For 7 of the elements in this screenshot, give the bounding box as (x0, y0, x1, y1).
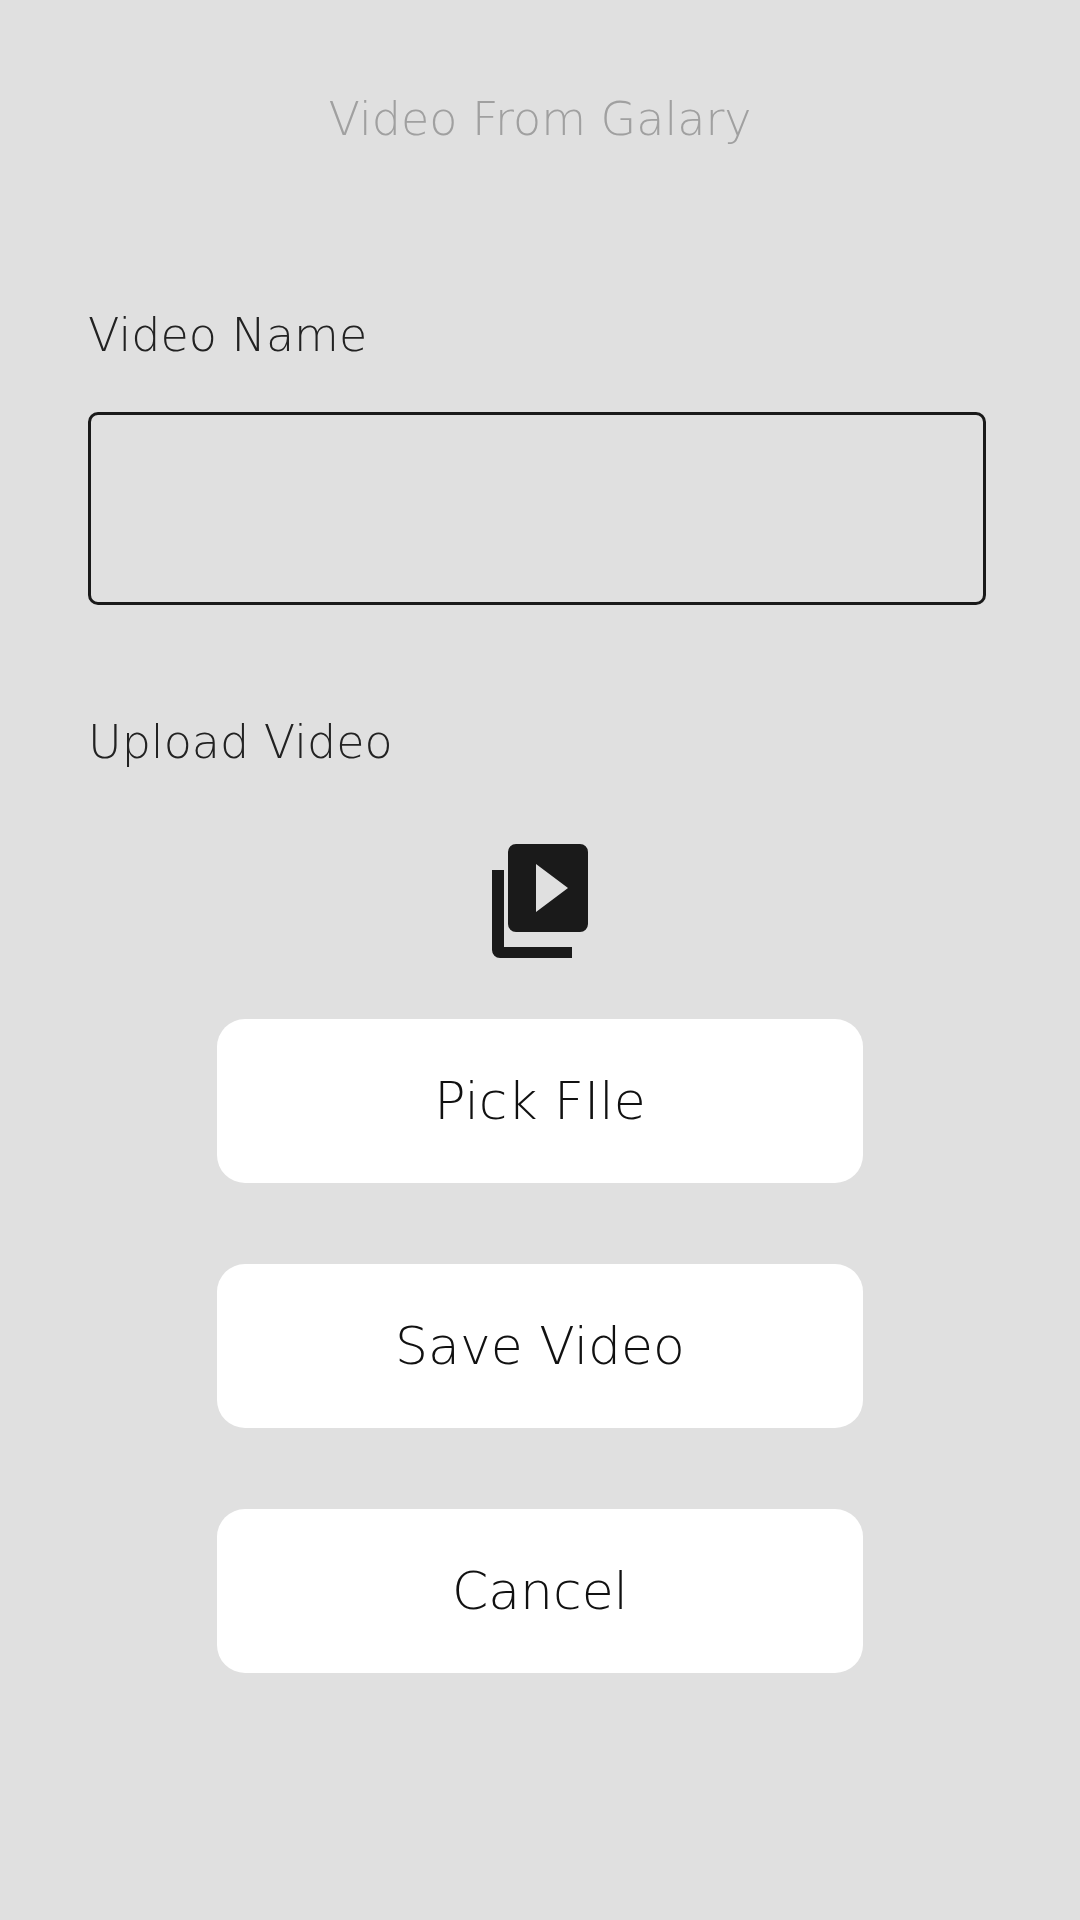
screen-title: Video From Galary (328, 92, 752, 146)
section-label: Upload Video (88, 715, 394, 769)
field-label: Video Name (88, 308, 369, 362)
action-button[interactable]: Cancel (217, 1509, 863, 1673)
action-button[interactable]: Pick FIle (217, 1019, 863, 1183)
action-button[interactable]: Save Video (217, 1264, 863, 1428)
input-field[interactable] (88, 412, 986, 605)
